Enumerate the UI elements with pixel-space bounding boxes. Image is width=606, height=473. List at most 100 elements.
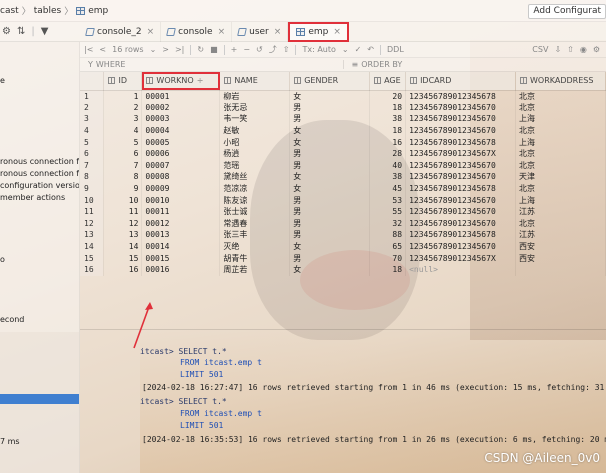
- table-row[interactable]: 8 8 00008 黛绮丝女 38 123456789012345670 天津: [80, 171, 606, 183]
- panel-divider[interactable]: [80, 329, 606, 330]
- chevron-down-icon[interactable]: ⌄: [342, 45, 349, 54]
- table-cell[interactable]: 53: [369, 194, 407, 206]
- table-cell[interactable]: 123456789012345670: [405, 124, 516, 137]
- table-cell[interactable]: 40: [369, 159, 407, 172]
- table-cell[interactable]: 常遇春: [219, 217, 291, 230]
- table-cell[interactable]: 北京: [515, 147, 606, 160]
- table-cell[interactable]: 123456789012345670: [405, 171, 516, 183]
- table-cell[interactable]: 28: [369, 147, 407, 160]
- table-cell[interactable]: 上海: [515, 194, 606, 206]
- table-cell[interactable]: 12: [103, 217, 143, 230]
- table-cell[interactable]: 32: [369, 217, 407, 230]
- table-cell[interactable]: 男: [289, 205, 371, 218]
- close-icon[interactable]: ×: [274, 27, 282, 37]
- table-cell[interactable]: 女: [289, 240, 371, 253]
- table-cell[interactable]: 55: [369, 205, 407, 218]
- table-cell[interactable]: 88: [369, 229, 407, 241]
- table-cell[interactable]: 男: [289, 159, 371, 172]
- table-row[interactable]: 13 13 00013 张三丰男 88 123456789012345678 江苏: [80, 229, 606, 241]
- table-cell[interactable]: 男: [289, 113, 371, 125]
- table-row[interactable]: 6 6 00006 杨逍男 28 12345678901234567X 北京: [80, 147, 606, 160]
- table-cell[interactable]: 赵敏: [219, 124, 291, 137]
- table-cell[interactable]: 18: [369, 263, 407, 276]
- table-cell[interactable]: 00013: [141, 229, 221, 241]
- table-cell[interactable]: 女: [289, 182, 371, 195]
- table-cell[interactable]: 男: [289, 194, 371, 206]
- order-by-input[interactable]: ≡ ORDER BY: [342, 60, 606, 69]
- table-cell[interactable]: 8: [103, 171, 143, 183]
- commit-icon[interactable]: ✓: [355, 45, 362, 54]
- table-cell[interactable]: 00009: [141, 182, 221, 195]
- table-cell[interactable]: 灭绝: [219, 240, 291, 253]
- table-cell[interactable]: 男: [289, 147, 371, 160]
- table-row[interactable]: 4 4 00004 赵敏女 18 123456789012345670 北京: [80, 124, 606, 137]
- stop-icon[interactable]: ■: [210, 45, 218, 54]
- download-icon[interactable]: ⇩: [554, 45, 561, 54]
- table-cell[interactable]: 6: [103, 147, 143, 160]
- table-cell[interactable]: 00015: [141, 252, 221, 264]
- table-cell[interactable]: 2: [103, 101, 143, 114]
- column-header-id[interactable]: ID: [103, 72, 143, 91]
- table-cell[interactable]: 00008: [141, 171, 221, 183]
- table-cell[interactable]: 天津: [515, 171, 606, 183]
- table-cell[interactable]: 女: [289, 136, 371, 148]
- breadcrumb-schema[interactable]: cast: [0, 6, 19, 16]
- table-row[interactable]: 16 16 00016 周芷若女 18 <null>: [80, 263, 606, 276]
- rows-count[interactable]: 16 rows: [112, 45, 143, 54]
- table-row[interactable]: 9 9 00009 范凉凉女 45 123456789012345678 北京: [80, 182, 606, 195]
- table-cell[interactable]: 38: [369, 113, 407, 125]
- table-cell[interactable]: 西安: [515, 252, 606, 264]
- table-cell[interactable]: 123456789012345670: [405, 205, 516, 218]
- table-row[interactable]: 7 7 00007 范瑶男 40 123456789012345670 北京: [80, 159, 606, 172]
- table-cell[interactable]: 9: [103, 182, 143, 195]
- column-header-age[interactable]: AGE: [369, 72, 407, 91]
- table-cell[interactable]: 韦一笑: [219, 113, 291, 125]
- table-cell[interactable]: 12345678901234567X: [405, 252, 516, 264]
- breadcrumb-emp[interactable]: emp: [88, 6, 108, 16]
- table-cell[interactable]: 杨逍: [219, 147, 291, 160]
- table-cell[interactable]: 男: [289, 229, 371, 241]
- table-cell[interactable]: 3: [103, 113, 143, 125]
- sidebar-log-line[interactable]: 7 ms: [0, 437, 20, 448]
- first-page-icon[interactable]: |<: [84, 45, 93, 54]
- table-cell[interactable]: 123456789012345678: [405, 182, 516, 195]
- table-cell[interactable]: 北京: [515, 159, 606, 172]
- table-cell[interactable]: 男: [289, 252, 371, 264]
- table-row[interactable]: 2 2 00002 张无忌男 18 123456789012345670 北京: [80, 101, 606, 114]
- sidebar-log-line[interactable]: o: [0, 255, 5, 266]
- table-cell[interactable]: 20: [369, 90, 407, 102]
- table-cell[interactable]: 00001: [141, 90, 221, 102]
- table-cell[interactable]: 小昭: [219, 136, 291, 148]
- table-cell[interactable]: 16: [103, 263, 143, 276]
- table-cell[interactable]: 4: [103, 124, 143, 137]
- selected-row-highlight[interactable]: [0, 394, 79, 404]
- table-cell[interactable]: 周芷若: [219, 263, 291, 276]
- filter-icon[interactable]: ▼: [41, 26, 49, 37]
- column-header-workaddress[interactable]: WORKADDRESS: [515, 72, 606, 91]
- table-cell[interactable]: 柳岩: [219, 90, 291, 102]
- table-cell[interactable]: 女: [289, 124, 371, 137]
- table-cell[interactable]: 123456789012345670: [405, 101, 516, 114]
- tab-user[interactable]: user ×: [232, 21, 289, 42]
- table-cell[interactable]: 胡青牛: [219, 252, 291, 264]
- table-cell[interactable]: 00014: [141, 240, 221, 253]
- add-configuration-button[interactable]: Add Configurat: [528, 4, 606, 19]
- sidebar-log-line[interactable]: configuration version: [0, 181, 79, 192]
- table-cell[interactable]: 00002: [141, 101, 221, 114]
- upload-data-icon[interactable]: ⇧: [567, 45, 574, 54]
- table-cell[interactable]: 14: [103, 240, 143, 253]
- table-cell[interactable]: 男: [289, 101, 371, 114]
- sidebar-log-line[interactable]: e: [0, 76, 5, 87]
- export-format-dropdown[interactable]: CSV: [532, 45, 548, 54]
- table-cell[interactable]: 18: [369, 124, 407, 137]
- table-cell[interactable]: 黛绮丝: [219, 171, 291, 183]
- table-cell[interactable]: 12345678901234567X: [405, 147, 516, 160]
- remove-row-icon[interactable]: −: [243, 45, 250, 54]
- table-cell[interactable]: 北京: [515, 90, 606, 102]
- table-cell[interactable]: 范瑶: [219, 159, 291, 172]
- table-cell[interactable]: 18: [369, 101, 407, 114]
- table-cell[interactable]: 北京: [515, 217, 606, 230]
- table-row[interactable]: 5 5 00005 小昭女 16 123456789012345678 上海: [80, 136, 606, 148]
- tx-mode-dropdown[interactable]: Tx: Auto: [302, 45, 335, 54]
- prev-page-icon[interactable]: <: [99, 45, 106, 54]
